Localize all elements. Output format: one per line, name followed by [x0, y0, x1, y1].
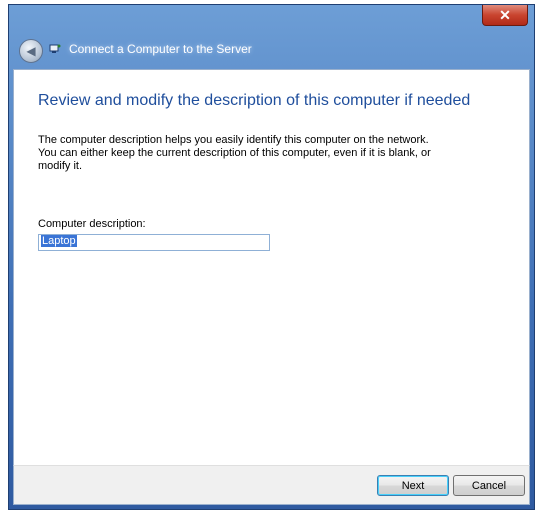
- page-heading: Review and modify the description of thi…: [38, 92, 471, 109]
- cancel-button[interactable]: Cancel: [453, 475, 525, 496]
- description-line: You can either keep the current descript…: [38, 147, 431, 159]
- next-button[interactable]: Next: [377, 475, 449, 496]
- description-line: modify it.: [38, 160, 83, 172]
- description-text: The computer description helps you easil…: [38, 134, 478, 173]
- wizard-title: Connect a Computer to the Server: [69, 42, 252, 56]
- wizard-nav-bar: ◀ Connect a Computer to the Server: [9, 31, 534, 69]
- wizard-content: Review and modify the description of thi…: [13, 69, 530, 467]
- title-bar: ✕: [9, 5, 534, 31]
- computer-description-label: Computer description:: [38, 218, 146, 230]
- close-button[interactable]: ✕: [482, 5, 528, 26]
- wizard-footer: Next Cancel: [13, 465, 530, 505]
- wizard-window: ✕ ◀ Connect a Computer to the Server Rev…: [8, 4, 535, 510]
- computer-description-input[interactable]: Laptop: [38, 234, 270, 251]
- network-computer-icon: [49, 44, 61, 53]
- back-button[interactable]: ◀: [19, 39, 43, 63]
- description-line: The computer description helps you easil…: [38, 134, 429, 146]
- computer-description-value: Laptop: [41, 235, 77, 247]
- close-icon: ✕: [499, 6, 511, 23]
- back-arrow-icon: ◀: [26, 44, 36, 58]
